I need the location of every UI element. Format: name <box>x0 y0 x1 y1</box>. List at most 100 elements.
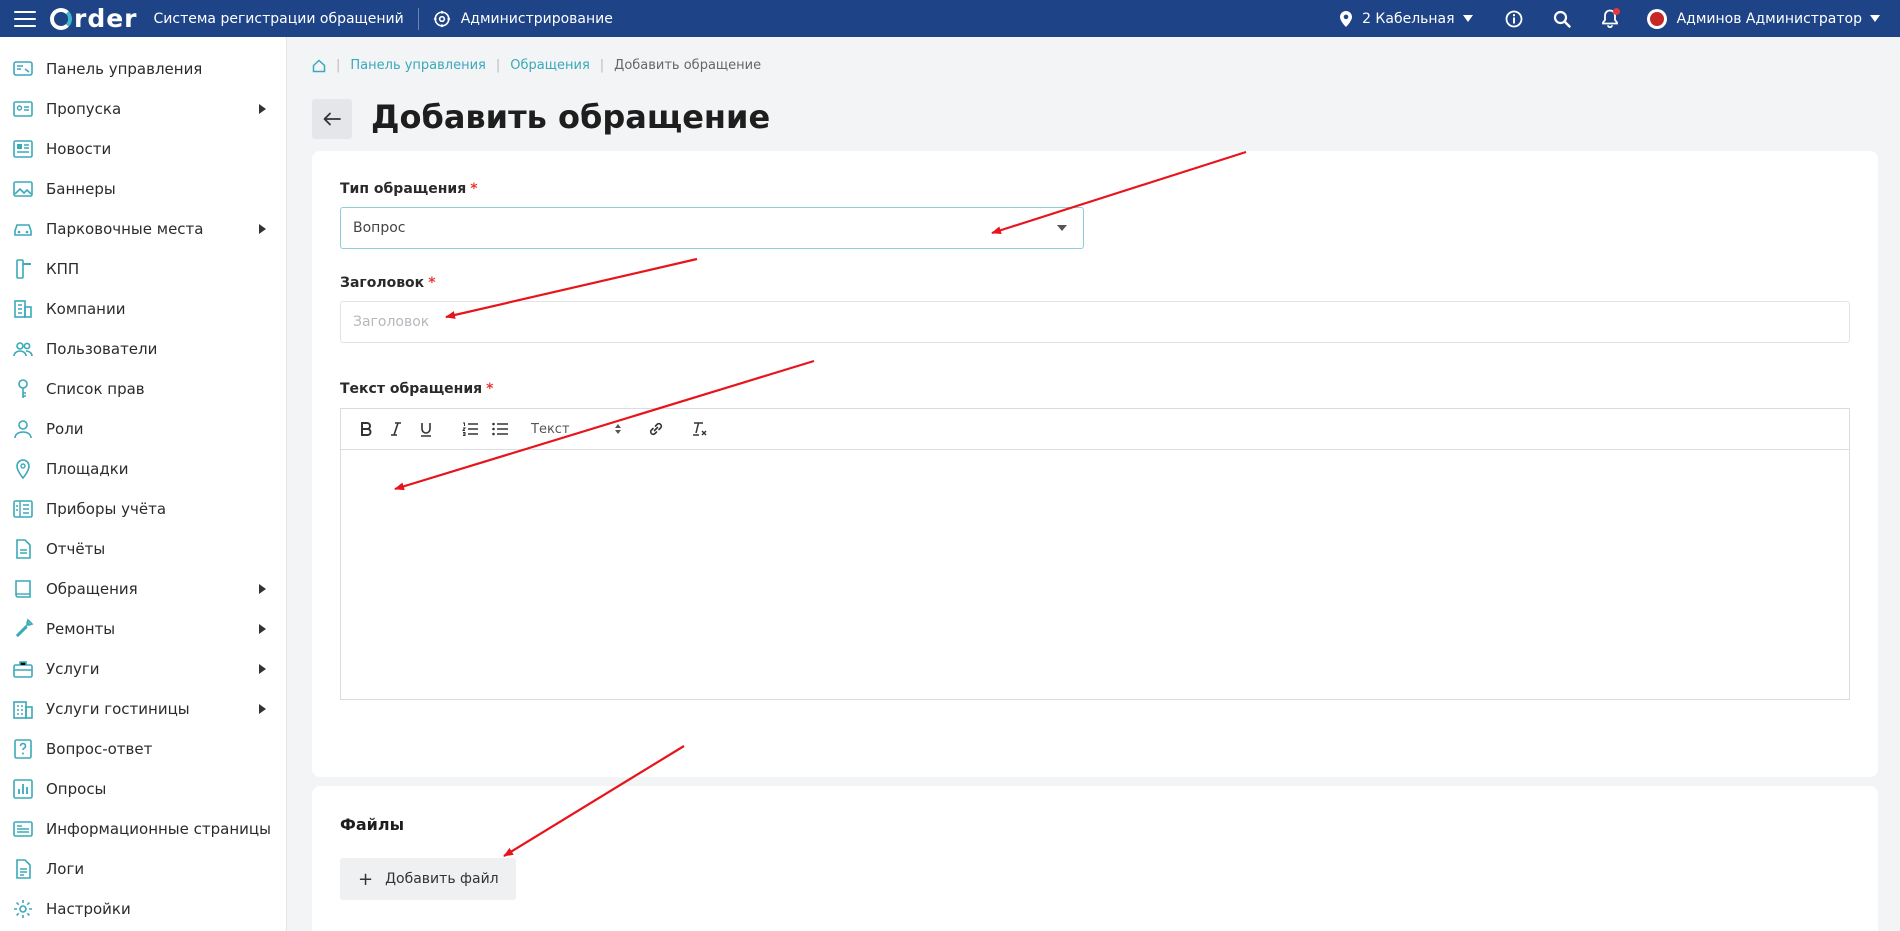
document-icon <box>12 538 34 560</box>
user-icon <box>12 418 34 440</box>
sidebar-item-label: Услуги гостиницы <box>46 700 190 718</box>
location-selector[interactable]: 2 Кабельная <box>1340 10 1482 27</box>
bullet-list-icon <box>492 422 508 436</box>
bold-icon <box>361 422 372 436</box>
editor-content-area[interactable] <box>341 450 1849 700</box>
sidebar-item-user[interactable]: Роли <box>0 409 286 449</box>
sidebar: Панель управления Пропуска Новости Баннеры П… <box>0 37 287 931</box>
files-card: Файлы + Добавить файл <box>312 786 1878 931</box>
search-button[interactable] <box>1551 8 1573 30</box>
admin-gear-icon <box>433 10 450 27</box>
info-button[interactable] <box>1503 8 1525 30</box>
sidebar-item-map-pin[interactable]: Площадки <box>0 449 286 489</box>
sidebar-item-meter[interactable]: Приборы учёта <box>0 489 286 529</box>
link-icon <box>649 422 663 436</box>
news-icon <box>12 138 34 160</box>
gear-icon <box>12 898 34 920</box>
subject-field-label: Заголовок * <box>340 275 436 291</box>
sidebar-item-label: Приборы учёта <box>46 500 167 518</box>
link-button[interactable] <box>645 418 667 440</box>
submenu-arrow-icon <box>259 624 266 634</box>
avatar <box>1646 8 1667 29</box>
type-label-text: Тип обращения <box>340 181 467 197</box>
required-mark: * <box>486 381 494 397</box>
bullet-list-button[interactable] <box>489 418 511 440</box>
request-type-select[interactable]: Вопрос <box>340 207 1084 249</box>
text-style-select[interactable]: Текст <box>531 422 621 437</box>
user-menu[interactable]: Админов Администратор <box>1646 8 1880 29</box>
location-label: 2 Кабельная <box>1362 10 1455 27</box>
sidebar-item-label: Услуги <box>46 660 100 678</box>
info-icon <box>1505 10 1522 27</box>
caret-down-icon <box>1462 15 1473 22</box>
page-title: Добавить обращение <box>371 98 771 136</box>
rich-text-editor: Текст <box>340 408 1850 700</box>
subject-label-text: Заголовок <box>340 275 425 291</box>
briefcase-icon <box>12 658 34 680</box>
sidebar-item-building[interactable]: Компании <box>0 289 286 329</box>
breadcrumb-dashboard-link[interactable]: Панель управления <box>350 58 486 73</box>
logo-text: rder <box>74 4 138 33</box>
main-content: | Панель управления | Обращения | Добави… <box>288 37 1900 931</box>
info-page-icon <box>12 818 34 840</box>
sidebar-item-book[interactable]: Обращения <box>0 569 286 609</box>
breadcrumb-separator: | <box>336 58 341 73</box>
sidebar-item-label: Информационные страницы <box>46 820 271 838</box>
pass-card-icon <box>12 98 34 120</box>
sidebar-item-document[interactable]: Отчёты <box>0 529 286 569</box>
breadcrumb-requests-link[interactable]: Обращения <box>510 58 589 73</box>
clear-format-button[interactable] <box>689 418 711 440</box>
sidebar-item-gear[interactable]: Настройки <box>0 889 286 929</box>
sidebar-item-label: Площадки <box>46 460 129 478</box>
required-mark: * <box>428 275 436 291</box>
underline-icon <box>421 422 431 437</box>
logo[interactable]: rder <box>50 4 138 33</box>
divider <box>417 7 419 30</box>
sidebar-item-poll-chart[interactable]: Опросы <box>0 769 286 809</box>
sidebar-item-users[interactable]: Пользователи <box>0 329 286 369</box>
ordered-list-button[interactable] <box>459 418 481 440</box>
question-icon <box>12 738 34 760</box>
sidebar-item-question[interactable]: Вопрос-ответ <box>0 729 286 769</box>
breadcrumb-separator: | <box>495 58 501 73</box>
sidebar-item-label: Вопрос-ответ <box>46 740 153 758</box>
sidebar-item-label: Настройки <box>46 900 131 918</box>
checkpoint-icon <box>12 258 34 280</box>
subject-input[interactable] <box>340 301 1850 343</box>
sidebar-item-label: Роли <box>46 420 84 438</box>
sidebar-item-pass-card[interactable]: Пропуска <box>0 89 286 129</box>
request-type-value: Вопрос <box>353 220 406 236</box>
sidebar-item-label: Отчёты <box>46 540 106 558</box>
administration-link[interactable]: Администрирование <box>433 10 613 28</box>
building-icon <box>12 298 34 320</box>
breadcrumb-separator: | <box>599 58 605 73</box>
sidebar-item-label: Пользователи <box>46 340 158 358</box>
sidebar-item-hotel[interactable]: Услуги гостиницы <box>0 689 286 729</box>
bold-button[interactable] <box>355 418 377 440</box>
meter-icon <box>12 498 34 520</box>
sidebar-item-car[interactable]: Парковочные места <box>0 209 286 249</box>
underline-button[interactable] <box>415 418 437 440</box>
dashboard-icon <box>12 58 34 80</box>
sidebar-item-key[interactable]: Список прав <box>0 369 286 409</box>
submenu-arrow-icon <box>259 704 266 714</box>
italic-button[interactable] <box>385 418 407 440</box>
sidebar-item-briefcase[interactable]: Услуги <box>0 649 286 689</box>
sidebar-item-checkpoint[interactable]: КПП <box>0 249 286 289</box>
sidebar-item-news[interactable]: Новости <box>0 129 286 169</box>
back-button[interactable] <box>312 99 352 139</box>
add-file-button[interactable]: + Добавить файл <box>340 858 516 900</box>
sidebar-item-log-file[interactable]: Логи <box>0 849 286 889</box>
users-icon <box>12 338 34 360</box>
plus-icon: + <box>358 868 374 890</box>
notifications-button[interactable] <box>1599 7 1621 30</box>
car-icon <box>12 218 34 240</box>
type-field-label: Тип обращения * <box>340 181 478 197</box>
sidebar-item-image[interactable]: Баннеры <box>0 169 286 209</box>
sidebar-item-info-page[interactable]: Информационные страницы <box>0 809 286 849</box>
sidebar-item-dashboard[interactable]: Панель управления <box>0 49 286 89</box>
breadcrumb-current: Добавить обращение <box>614 58 762 73</box>
menu-icon[interactable] <box>14 10 36 27</box>
sidebar-item-wrench[interactable]: Ремонты <box>0 609 286 649</box>
home-icon[interactable] <box>312 58 326 73</box>
